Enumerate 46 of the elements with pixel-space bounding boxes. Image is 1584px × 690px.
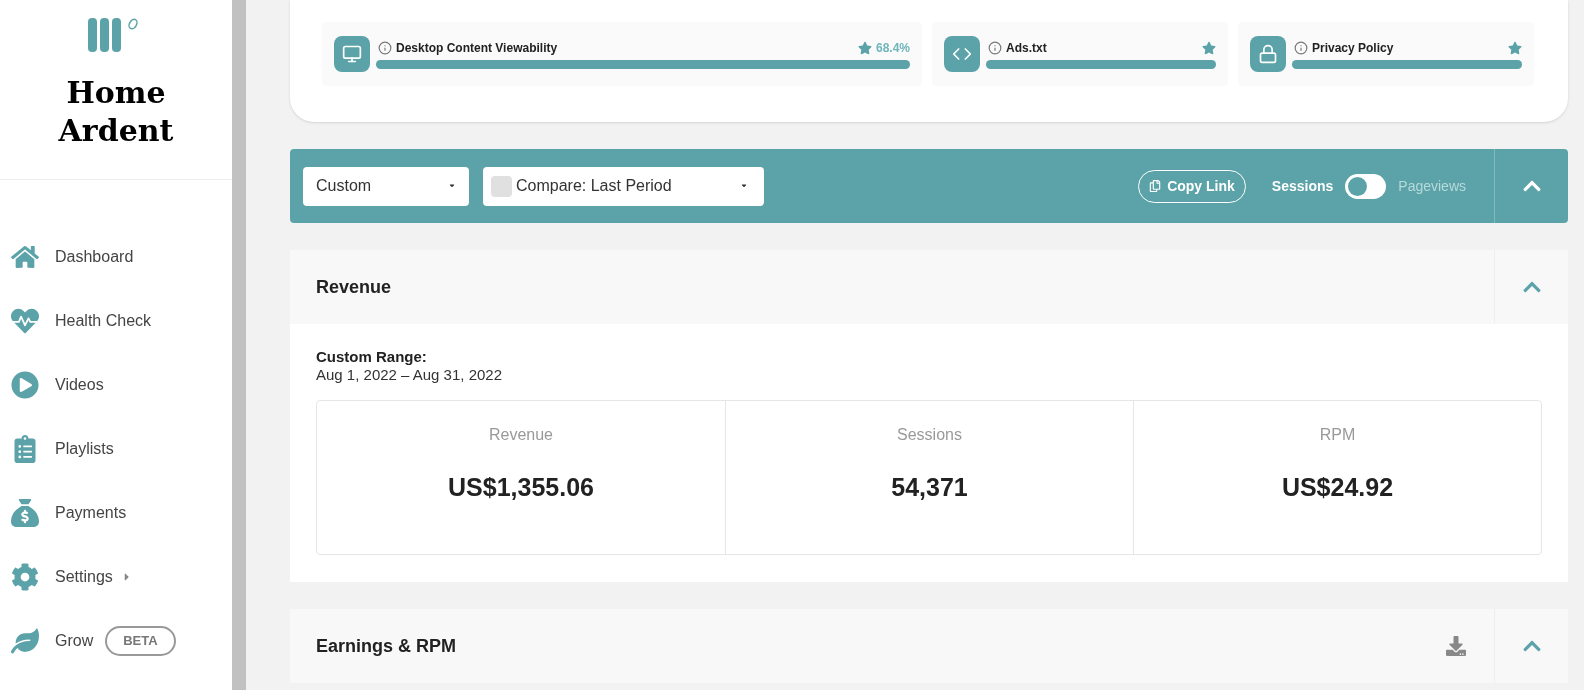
copy-icon <box>1149 180 1162 192</box>
compare-dropdown[interactable]: Compare: Last Period <box>483 166 764 206</box>
health-item-name: Privacy Policy <box>1312 40 1395 57</box>
stat-label: Sessions <box>897 425 962 445</box>
range-dropdown[interactable]: Custom <box>303 166 469 206</box>
date-range: Aug 1, 2022 – Aug 31, 2022 <box>316 366 503 384</box>
heartbeat-icon <box>11 307 39 335</box>
money-bag-icon <box>11 499 39 527</box>
health-score: 68.4% <box>875 40 910 57</box>
sidebar-item[interactable]: Settings <box>0 558 232 596</box>
home-icon <box>11 243 39 271</box>
download-icon[interactable] <box>1446 636 1466 656</box>
sidebar-item[interactable]: Health Check <box>0 302 232 340</box>
settings-icon <box>11 563 39 591</box>
play-icon <box>11 371 39 399</box>
brand-name: Home <box>66 74 166 112</box>
brand-name: Ardent <box>58 112 174 150</box>
lock-icon <box>1250 36 1286 72</box>
sidebar-item[interactable]: Videos <box>0 366 232 404</box>
stat-label: Revenue <box>488 425 553 445</box>
compare-checkbox[interactable] <box>491 175 512 197</box>
health-item-name: Desktop Content Viewability <box>396 40 559 57</box>
sidebar-item[interactable]: Dashboard <box>0 238 232 276</box>
stat-value: US$1,355.06 <box>448 472 594 503</box>
info-icon[interactable] <box>1294 41 1308 55</box>
range-label: Custom Range: <box>316 348 428 366</box>
metric-toggle[interactable] <box>1345 173 1387 199</box>
scrollbar[interactable] <box>232 0 246 690</box>
star-icon <box>1202 41 1216 55</box>
beta-badge: BETA <box>105 626 176 656</box>
star-icon <box>1508 41 1522 55</box>
stat-value: US$24.92 <box>1281 472 1394 503</box>
panel-title: Revenue <box>316 275 393 299</box>
star-icon <box>857 41 872 55</box>
monitor-icon <box>334 36 370 72</box>
stat-label: RPM <box>1319 425 1356 445</box>
sidebar-item[interactable]: Playlists <box>0 430 232 468</box>
info-icon[interactable] <box>988 41 1002 55</box>
code-icon <box>944 36 980 72</box>
sidebar-item[interactable]: Grow BETA <box>0 622 232 660</box>
sidebar-item[interactable]: Payments <box>0 494 232 532</box>
leaf-icon <box>11 627 39 655</box>
info-icon[interactable] <box>378 41 392 55</box>
health-item-name: Ads.txt <box>1006 40 1048 57</box>
panel-title: Earnings & RPM <box>316 634 458 658</box>
stat-value: 54,371 <box>891 472 968 503</box>
